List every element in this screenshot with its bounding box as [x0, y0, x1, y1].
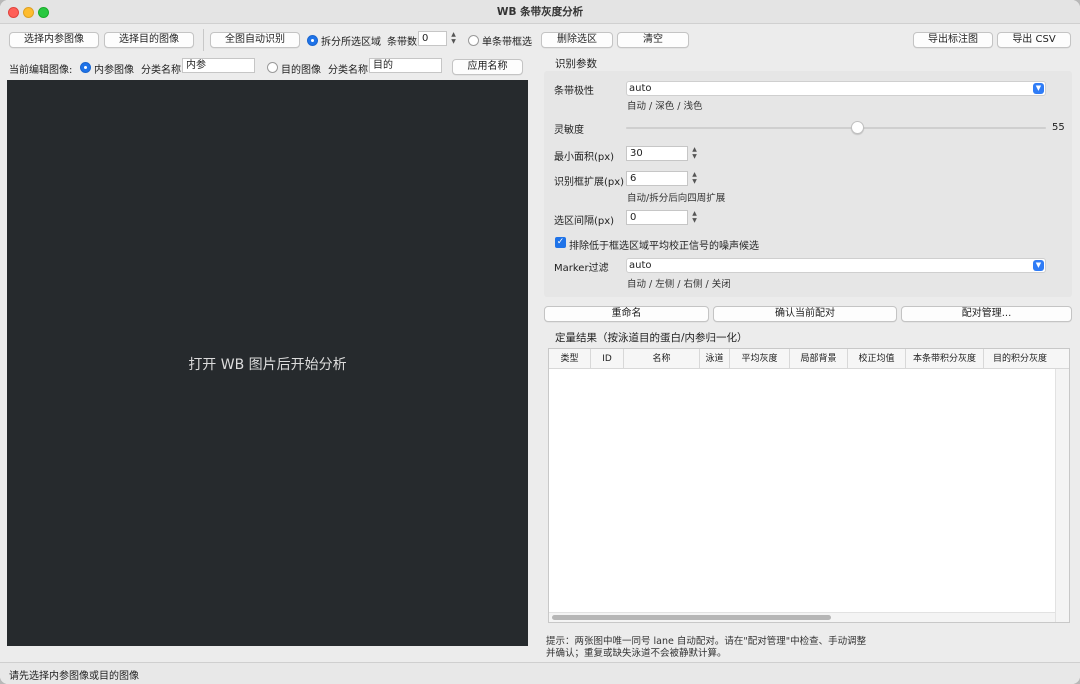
split-mode-radio[interactable] [307, 35, 318, 46]
export-csv-button[interactable]: 导出 CSV [997, 32, 1071, 48]
min-area-input[interactable]: 30 [626, 146, 688, 161]
canvas-placeholder: 打开 WB 图片后开始分析 [188, 357, 347, 373]
target-class-input[interactable]: 目的 [369, 58, 442, 73]
exclude-noise-label: 排除低于框选区域平均校正信号的噪声候选 [569, 241, 759, 252]
marker-filter-hint: 自动 / 左侧 / 右侧 / 关闭 [627, 279, 731, 290]
gap-stepper[interactable]: ▲ ▼ [690, 210, 699, 226]
horizontal-scrollbar[interactable] [549, 612, 1055, 622]
pairing-tip-line2: 并确认；重复或缺失泳道不会被静默计算。 [546, 648, 727, 659]
column-header[interactable]: ID [591, 349, 624, 369]
sensitivity-label: 灵敏度 [554, 125, 584, 136]
polarity-label: 条带极性 [554, 86, 594, 97]
zoom-window-button[interactable] [38, 7, 49, 18]
min-area-stepper[interactable]: ▲ ▼ [690, 146, 699, 162]
vertical-scrollbar[interactable] [1055, 369, 1069, 622]
expand-input[interactable]: 6 [626, 171, 688, 186]
sensitivity-slider-track[interactable] [626, 127, 1046, 129]
marker-filter-select[interactable]: auto ▼ [626, 258, 1046, 273]
column-header[interactable]: 目的积分灰度 [984, 349, 1056, 369]
expand-hint: 自动/拆分后向四周扩展 [627, 193, 726, 204]
single-band-label: 单条带框选 [482, 37, 532, 48]
app-window: WB 条带灰度分析 选择内参图像 选择目的图像 全图自动识别 拆分所选区域 条带… [0, 0, 1080, 684]
horizontal-scrollbar-thumb[interactable] [552, 615, 831, 620]
target-class-label: 分类名称 [328, 65, 368, 76]
column-header[interactable]: 泳道 [700, 349, 730, 369]
target-image-radio-label: 目的图像 [281, 65, 321, 76]
gap-label: 选区间隔(px) [554, 216, 615, 227]
export-annotated-button[interactable]: 导出标注图 [913, 32, 993, 48]
gap-input[interactable]: 0 [626, 210, 688, 225]
polarity-value: auto [629, 83, 652, 94]
ref-class-input[interactable]: 内参 [182, 58, 255, 73]
column-header[interactable]: 本条带积分灰度 [906, 349, 984, 369]
ref-image-radio[interactable] [80, 62, 91, 73]
marker-filter-value: auto [629, 260, 652, 271]
close-window-button[interactable] [8, 7, 19, 18]
min-area-label: 最小面积(px) [554, 152, 615, 163]
clear-button[interactable]: 清空 [617, 32, 689, 48]
status-text: 请先选择内参图像或目的图像 [9, 671, 139, 682]
title-bar: WB 条带灰度分析 [0, 0, 1080, 24]
band-count-label: 条带数 [387, 37, 417, 48]
pair-manage-button[interactable]: 配对管理... [901, 306, 1072, 322]
marker-filter-label: Marker过滤 [554, 263, 609, 274]
chevron-down-icon: ▼ [1033, 260, 1044, 271]
column-header[interactable]: 局部背景 [790, 349, 848, 369]
exclude-noise-checkbox[interactable]: ✓ [555, 237, 566, 248]
ref-image-radio-label: 内参图像 [94, 65, 134, 76]
sensitivity-slider-thumb[interactable] [850, 121, 864, 134]
select-target-image-button[interactable]: 选择目的图像 [104, 32, 194, 48]
results-title: 定量结果（按泳道目的蛋白/内参归一化） [555, 332, 748, 344]
band-count-stepper[interactable]: ▲ ▼ [449, 31, 458, 47]
polarity-hint: 自动 / 深色 / 浅色 [627, 101, 703, 112]
auto-detect-button[interactable]: 全图自动识别 [210, 32, 300, 48]
expand-label: 识别框扩展(px) [554, 177, 625, 188]
minimize-window-button[interactable] [23, 7, 34, 18]
apply-name-button[interactable]: 应用名称 [452, 59, 523, 75]
select-ref-image-button[interactable]: 选择内参图像 [9, 32, 99, 48]
rename-button[interactable]: 重命名 [544, 306, 709, 322]
results-table-header: 类型 ID 名称 泳道 平均灰度 局部背景 校正均值 本条带积分灰度 目的积分灰… [549, 349, 1069, 369]
column-header[interactable]: 类型 [549, 349, 591, 369]
single-band-radio[interactable] [468, 35, 479, 46]
column-header[interactable]: 名称 [624, 349, 700, 369]
current-image-label: 当前编辑图像: [9, 65, 73, 76]
delete-selection-button[interactable]: 删除选区 [541, 32, 613, 48]
column-header[interactable]: 校正均值 [848, 349, 906, 369]
sensitivity-value: 55 [1052, 122, 1065, 133]
target-image-radio[interactable] [267, 62, 278, 73]
toolbar-separator [203, 29, 204, 51]
polarity-select[interactable]: auto ▼ [626, 81, 1046, 96]
results-table[interactable]: 类型 ID 名称 泳道 平均灰度 局部背景 校正均值 本条带积分灰度 目的积分灰… [548, 348, 1070, 623]
params-section-title: 识别参数 [555, 58, 597, 70]
image-canvas[interactable]: 打开 WB 图片后开始分析 [7, 80, 528, 646]
expand-stepper[interactable]: ▲ ▼ [690, 171, 699, 187]
column-header[interactable]: 平均灰度 [730, 349, 790, 369]
status-bar: 请先选择内参图像或目的图像 [0, 662, 1080, 684]
confirm-pair-button[interactable]: 确认当前配对 [713, 306, 897, 322]
band-count-input[interactable]: 0 [418, 31, 447, 46]
chevron-down-icon: ▼ [1033, 83, 1044, 94]
split-mode-label: 拆分所选区域 [321, 37, 381, 48]
ref-class-label: 分类名称 [141, 65, 181, 76]
window-title: WB 条带灰度分析 [496, 6, 584, 18]
